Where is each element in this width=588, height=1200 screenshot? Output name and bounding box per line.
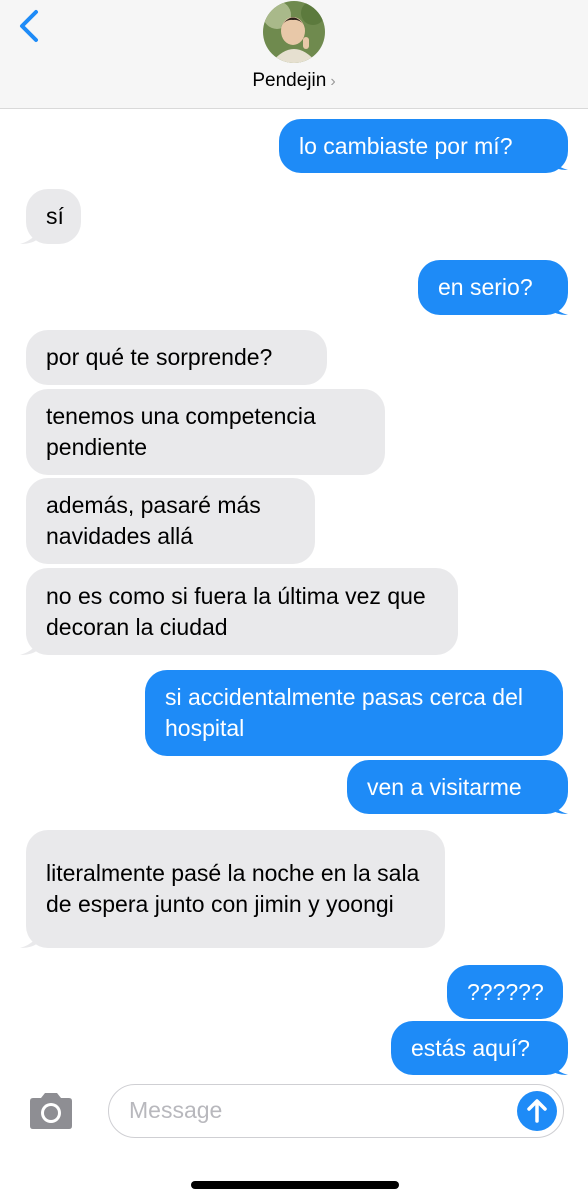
camera-icon [30, 1093, 72, 1129]
send-button[interactable] [517, 1091, 557, 1131]
home-indicator[interactable] [191, 1181, 399, 1189]
chevron-right-icon: › [330, 73, 336, 90]
contact-name[interactable]: Pendejin › [0, 70, 588, 92]
back-button[interactable] [14, 6, 50, 46]
message-bubble-received[interactable]: tenemos una competencia pendiente [26, 389, 385, 475]
message-bubble-sent[interactable]: lo cambiaste por mí? [279, 119, 568, 173]
message-bubble-received[interactable]: literalmente pasé la noche en la sala de… [26, 830, 445, 948]
conversation-header: Pendejin › [0, 0, 588, 109]
message-bubble-sent[interactable]: ?????? [447, 965, 563, 1019]
message-input[interactable] [129, 1085, 509, 1136]
message-bubble-received[interactable]: además, pasaré más navidades allá [26, 478, 315, 564]
message-thread: lo cambiaste por mí? sí en serio? por qu… [0, 109, 588, 1079]
message-bubble-sent[interactable]: ven a visitarme [347, 760, 568, 814]
chevron-left-icon [20, 10, 38, 42]
message-bubble-received[interactable]: sí [26, 189, 81, 244]
camera-button[interactable] [26, 1091, 76, 1131]
message-bubble-sent[interactable]: en serio? [418, 260, 568, 315]
avatar[interactable] [263, 1, 325, 63]
message-bubble-sent[interactable]: estás aquí? [391, 1021, 568, 1075]
arrow-up-icon [527, 1099, 547, 1123]
message-bubble-received[interactable]: por qué te sorprende? [26, 330, 327, 385]
message-bubble-received[interactable]: no es como si fuera la última vez que de… [26, 568, 458, 655]
contact-name-label: Pendejin [252, 70, 327, 91]
message-bubble-sent[interactable]: si accidentalmente pasas cerca del hospi… [145, 670, 563, 756]
message-composer [108, 1084, 564, 1138]
